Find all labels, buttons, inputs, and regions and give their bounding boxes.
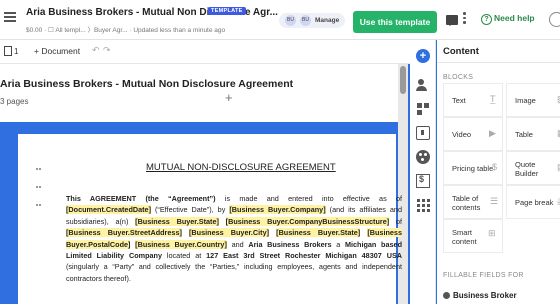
- use-template-button[interactable]: Use this template: [353, 11, 437, 33]
- field-buyer-city[interactable]: [Business Buyer.City]: [189, 228, 270, 238]
- more-options-icon[interactable]: [463, 12, 467, 26]
- menu-icon[interactable]: [4, 12, 16, 24]
- broker-name: Aria Business Brokers: [248, 239, 332, 249]
- divider: [437, 62, 560, 63]
- manage-button[interactable]: Manage: [315, 17, 339, 24]
- template-badge: TEMPLATE: [208, 7, 246, 15]
- undo-icon[interactable]: ↶: [92, 45, 100, 56]
- page-count: 3 pages: [0, 97, 29, 106]
- text-run: and: [226, 239, 249, 249]
- role-color-icon: [443, 292, 450, 299]
- block-label: Table: [515, 130, 533, 139]
- avatar: BU: [285, 15, 296, 26]
- pages-thumbnail-button[interactable]: 1: [4, 46, 18, 56]
- add-content-icon[interactable]: +: [416, 49, 430, 63]
- document-name[interactable]: Aria Business Brokers - Mutual Non Discl…: [0, 78, 293, 90]
- payments-icon[interactable]: [416, 174, 430, 188]
- block-text[interactable]: Text T̲: [443, 83, 503, 117]
- smart-content-icon: ⊞: [488, 228, 496, 238]
- blocks-header: BLOCKS: [443, 74, 474, 81]
- block-label: Text: [452, 96, 466, 105]
- video-icon: ▶: [489, 128, 496, 138]
- block-page-break[interactable]: Page break ⤓: [506, 185, 560, 219]
- text-icon: T̲: [490, 94, 496, 104]
- redo-icon[interactable]: ↷: [103, 45, 111, 56]
- block-label: Video: [452, 130, 472, 139]
- block-table-of-contents[interactable]: Table of contents ☰: [443, 185, 503, 219]
- panel-title: Content: [443, 46, 479, 57]
- text-run: [182, 228, 189, 237]
- app: Aria Business Brokers - Mutual Non Discl…: [0, 0, 560, 304]
- text-run: (singularly a “Party” and collectively t…: [66, 262, 402, 283]
- field-buyer-country[interactable]: [Business Buyer.Country]: [135, 239, 227, 249]
- breadcrumb[interactable]: $0.00 · ☐ All templ... 〉Buyer Agr... · U…: [26, 24, 225, 34]
- top-bar: Aria Business Brokers - Mutual Non Discl…: [0, 0, 560, 40]
- fillable-fields-header: FILLABLE FIELDS FOR: [443, 272, 524, 279]
- blocks-icon[interactable]: [416, 102, 430, 116]
- block-video[interactable]: Video ▶: [443, 117, 503, 151]
- user-account-icon[interactable]: [549, 12, 560, 27]
- field-buyer-state[interactable]: [Business Buyer.State]: [135, 216, 219, 226]
- help-icon: ?: [481, 14, 492, 25]
- document-header: Aria Business Brokers - Mutual Non Discl…: [0, 64, 398, 122]
- block-pricing-table[interactable]: Pricing table $: [443, 151, 503, 185]
- apps-grid-icon[interactable]: [416, 198, 430, 212]
- role-label: Business Broker: [453, 291, 517, 300]
- pricing-table-icon: $: [492, 162, 498, 172]
- editor-toolbar: 1 + Document ↶ ↷: [0, 40, 410, 64]
- block-label: Page break: [515, 198, 554, 207]
- field-buyer-business-structure[interactable]: [Business Buyer.CompanyBusinessStructure…: [225, 216, 390, 226]
- design-palette-icon[interactable]: [416, 150, 430, 164]
- add-section-icon[interactable]: +: [225, 90, 233, 105]
- block-label: Image: [515, 96, 536, 105]
- avatar: BU: [300, 15, 311, 26]
- need-help-button[interactable]: ? Need help: [481, 13, 535, 25]
- block-label: Pricing table: [452, 164, 494, 173]
- variables-icon[interactable]: [416, 126, 430, 140]
- text-run: (“Effective Date”), by: [151, 205, 230, 215]
- block-quote-builder[interactable]: Quote Builder ▤: [506, 151, 560, 185]
- field-buyer-street-address[interactable]: [Business Buyer.StreetAddress]: [66, 228, 182, 238]
- field-buyer-company[interactable]: [Business Buyer.Company]: [229, 205, 326, 215]
- block-image[interactable]: Image ▨: [506, 83, 560, 117]
- toc-icon: ☰: [490, 196, 499, 206]
- pages-icon: [4, 46, 12, 56]
- collaborators-group[interactable]: BU BU Manage: [279, 13, 346, 28]
- need-help-label: Need help: [494, 13, 535, 23]
- side-icon-rail: +: [410, 40, 436, 304]
- block-label: Quote Builder: [515, 160, 539, 178]
- block-smart-content[interactable]: Smart content ⊞: [443, 219, 503, 253]
- block-table[interactable]: Table ▦: [506, 117, 560, 151]
- block-label: Table of contents: [452, 194, 481, 212]
- agreement-intro: This AGREEMENT (the “Agreement”): [66, 194, 216, 203]
- agreement-heading[interactable]: MUTUAL NON-DISCLOSURE AGREEMENT: [146, 162, 336, 173]
- fillable-role-business-broker[interactable]: Business Broker: [443, 291, 517, 300]
- drag-handle-icon[interactable]: [36, 158, 42, 206]
- text-run: [219, 217, 226, 226]
- field-buyer-state[interactable]: [Business Buyer.State]: [276, 228, 361, 238]
- pages-count: 1: [14, 47, 19, 56]
- broker-address: 127 East 3rd Street Rochester Michigan 4…: [206, 251, 403, 261]
- add-document-button[interactable]: + Document: [34, 46, 80, 56]
- scrollbar-thumb[interactable]: [400, 66, 406, 94]
- text-run: located at: [162, 251, 207, 261]
- comment-icon[interactable]: [446, 15, 458, 26]
- text-run: is made and entered into effective as of: [215, 194, 402, 203]
- recipients-icon[interactable]: [416, 78, 430, 92]
- text-run: a: [331, 239, 345, 249]
- text-run: of: [389, 216, 402, 226]
- agreement-paragraph[interactable]: This AGREEMENT (the “Agreement”) is made…: [66, 193, 402, 284]
- block-label: Smart content: [452, 228, 477, 246]
- field-created-date[interactable]: [Document.CreatedDate]: [66, 205, 151, 215]
